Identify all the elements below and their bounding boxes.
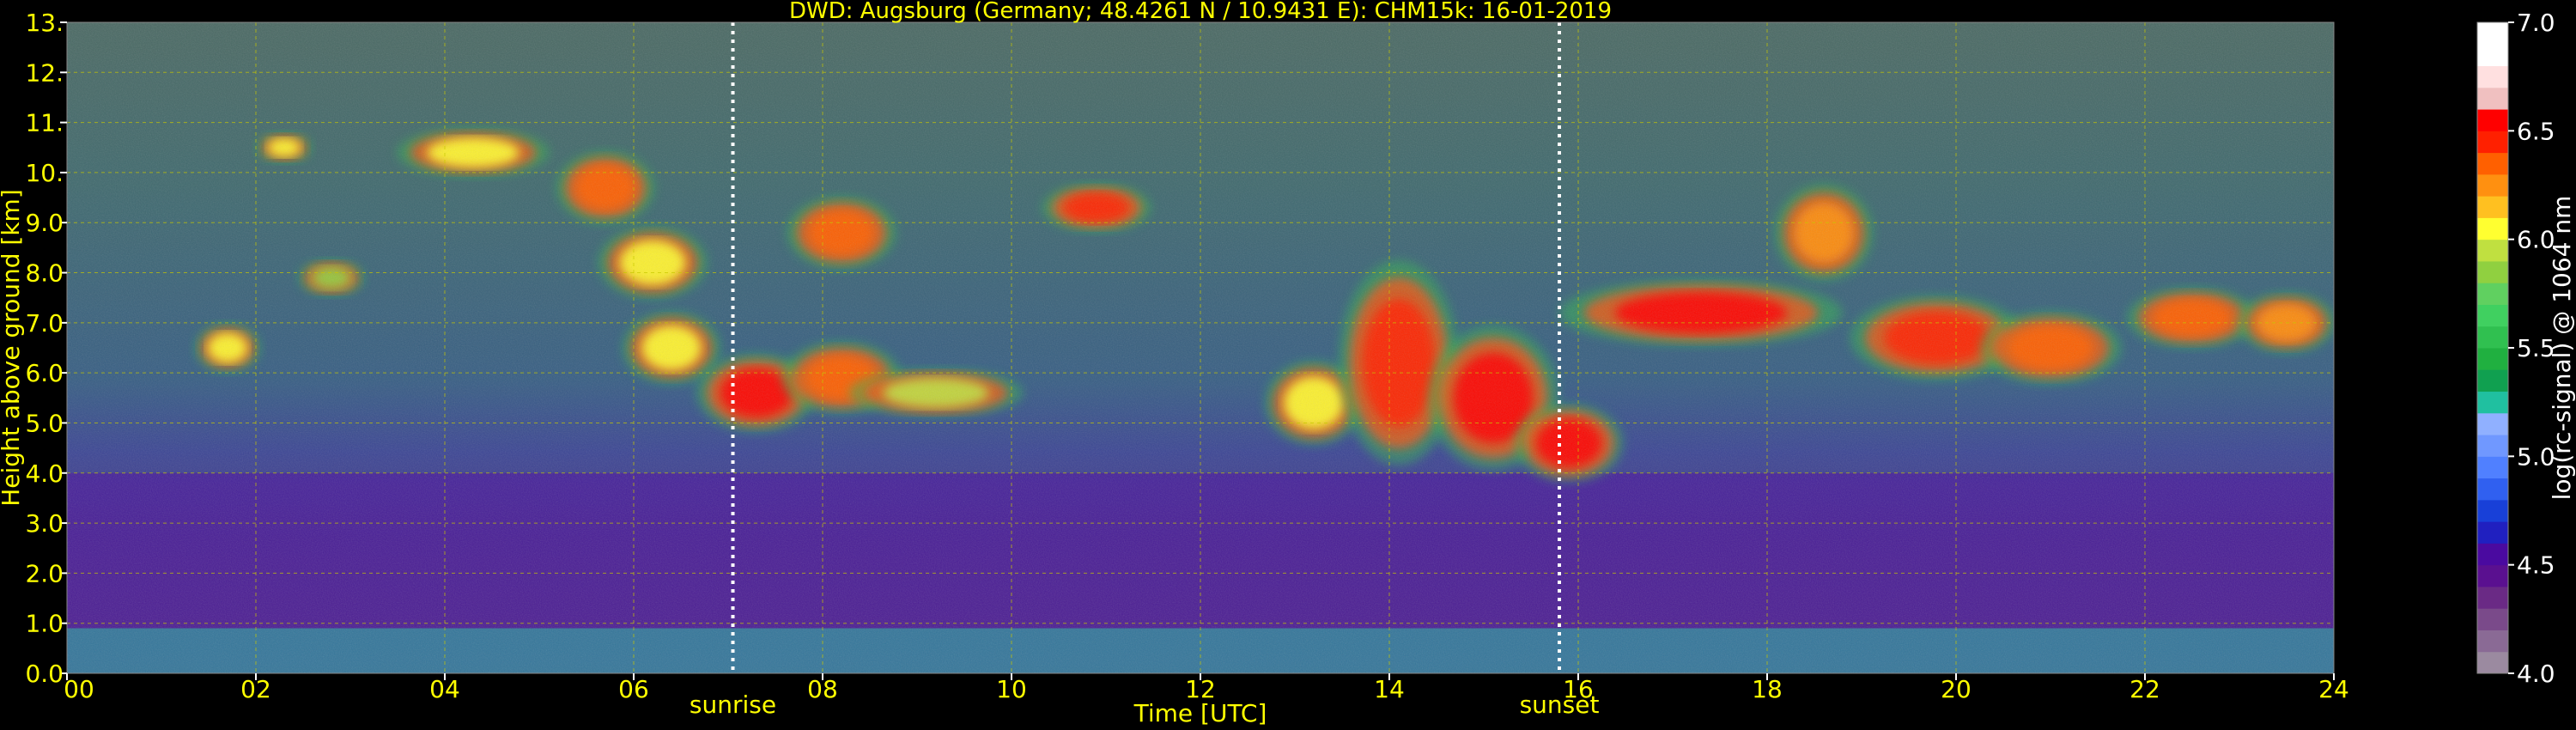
colorbar-segment — [2477, 283, 2508, 305]
ceilometer-chart: sunrise sunset 00 02 04 06 08 10 12 14 16 18 20 22 24… — [0, 0, 2576, 727]
colorbar-segment — [2477, 44, 2508, 67]
y-tick-label: 13. — [25, 9, 64, 37]
colorbar-segment — [2477, 412, 2508, 435]
colorbar-segment — [2477, 239, 2508, 262]
y-tick-label: 12. — [25, 58, 64, 87]
x-tick-label: 02 — [240, 675, 271, 703]
colorbar-segment — [2477, 196, 2508, 218]
colorbar-tick-label: 4.0 — [2517, 660, 2555, 688]
colorbar-segment — [2477, 152, 2508, 175]
y-tick-label: 3.0 — [25, 509, 64, 538]
y-tick-label: 1.0 — [25, 610, 64, 638]
x-tick-label: 24 — [2318, 675, 2349, 703]
colorbar-tick-label: 6.5 — [2517, 117, 2555, 145]
colorbar-segment — [2477, 260, 2508, 283]
colorbar-segment — [2477, 109, 2508, 131]
x-tick-label: 22 — [2129, 675, 2160, 703]
x-tick-label: 08 — [807, 675, 838, 703]
colorbar-segment — [2477, 217, 2508, 240]
colorbar-segment — [2477, 173, 2508, 197]
y-tick-label: 10. — [25, 159, 64, 187]
x-tick-label: 16 — [1563, 675, 1594, 703]
x-tick-label: 00 — [64, 675, 94, 703]
y-axis-label: Height above ground [km] — [0, 189, 25, 507]
colorbar-segment — [2477, 131, 2508, 154]
colorbar: 4.04.55.05.56.06.57.0 — [2476, 9, 2555, 688]
y-tick-label: 4.0 — [25, 459, 64, 488]
colorbar-segment — [2477, 543, 2508, 566]
colorbar-segment — [2477, 65, 2508, 88]
x-tick-label: 20 — [1941, 675, 1971, 703]
colorbar-segment — [2477, 348, 2508, 370]
x-tick-label: 06 — [618, 675, 649, 703]
y-tick-label: 8.0 — [25, 259, 64, 288]
x-tick-label: 10 — [996, 675, 1027, 703]
y-tick-label: 5.0 — [25, 409, 64, 437]
colorbar-segment — [2477, 564, 2508, 587]
colorbar-segment — [2477, 608, 2508, 630]
colorbar-segment — [2477, 630, 2508, 653]
y-axis-ticks: 0.0 1.0 2.0 3.0 4.0 5.0 6.0 7.0 8.0 9.0 10. 11. 12. 1… — [25, 9, 67, 688]
y-tick-label: 6.0 — [25, 359, 64, 387]
x-axis-label: Time [UTC] — [1133, 699, 1267, 727]
y-tick-label: 9.0 — [25, 209, 64, 237]
y-tick-label: 2.0 — [25, 559, 64, 587]
y-tick-label: 0.0 — [25, 660, 64, 688]
colorbar-segment — [2477, 586, 2508, 609]
colorbar-tick-label: 4.5 — [2517, 551, 2555, 580]
colorbar-segment — [2477, 87, 2508, 110]
marker-label-sunrise: sunrise — [690, 690, 776, 719]
colorbar-segment — [2477, 369, 2508, 392]
colorbar-segment — [2477, 499, 2508, 522]
colorbar-segment — [2477, 478, 2508, 501]
y-tick-label: 7.0 — [25, 309, 64, 338]
chart-title: DWD: Augsburg (Germany; 48.4261 N / 10.9… — [789, 0, 1612, 24]
colorbar-segment — [2477, 651, 2508, 674]
colorbar-label: log(rc-signal) @ 1064 nm — [2548, 196, 2576, 501]
colorbar-segment — [2477, 325, 2508, 349]
colorbar-segment — [2477, 456, 2508, 479]
x-tick-label: 14 — [1374, 675, 1405, 703]
x-tick-label: 04 — [429, 675, 460, 703]
colorbar-segment — [2477, 304, 2508, 327]
colorbar-segment — [2477, 435, 2508, 457]
colorbar-segment — [2477, 22, 2508, 45]
colorbar-segment — [2477, 391, 2508, 414]
colorbar-segment — [2477, 521, 2508, 544]
y-tick-label: 11. — [25, 109, 64, 137]
x-tick-label: 18 — [1752, 675, 1783, 703]
plot-area — [67, 22, 2334, 673]
colorbar-tick-label: 7.0 — [2517, 9, 2555, 37]
